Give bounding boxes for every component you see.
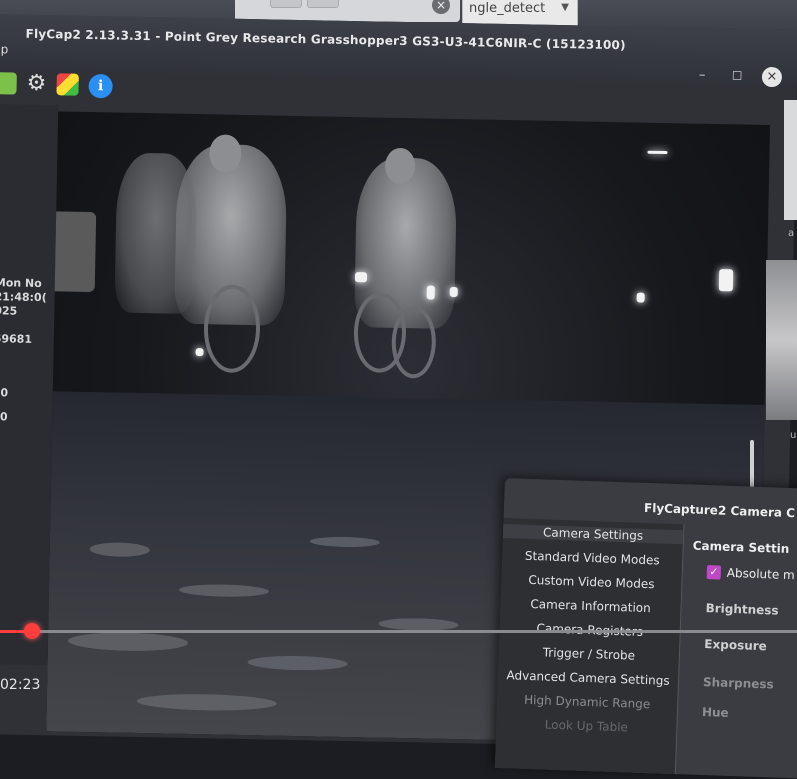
absolute-mode-checkbox[interactable]: ✓ [706,565,722,580]
image-icon[interactable] [0,72,17,95]
video-light [195,348,204,357]
playback-time: 02:23 [0,677,41,693]
property-hue: Hue [701,705,729,720]
video-light [426,285,435,300]
gear-icon[interactable]: ⚙ [26,71,48,96]
color-icon[interactable] [56,73,79,96]
property-sharpness: Sharpness [702,675,774,692]
background-thumbnail [766,260,797,420]
video-light [718,269,734,292]
background-window [784,100,797,220]
video-light [636,292,645,303]
background-button [307,0,339,8]
video-light [354,272,368,283]
nav-item-camera-settings[interactable]: Camera Settings [502,523,684,545]
video-cyclist [114,152,198,315]
nav-item-look-up-table[interactable]: Look Up Table [496,716,676,736]
video-light [449,286,458,298]
window-title: FlyCap2 2.13.3.31 - Point Grey Research … [25,26,626,53]
background-label: a [788,228,795,239]
info-line: 025 [0,304,18,318]
chevron-down-icon: ▼ [561,2,569,13]
background-label: u [790,430,797,441]
info-line: 00 [0,386,9,400]
background-button [270,0,302,8]
property-exposure: Exposure [704,637,768,654]
nav-item-high-dynamic-range[interactable]: High Dynamic Range [497,692,677,712]
info-line: 00 [0,410,8,424]
property-brightness: Brightness [705,601,779,618]
playback-timeline[interactable] [0,623,797,639]
info-line: Mon No [0,276,42,291]
maximize-icon[interactable]: □ [732,68,743,81]
minimize-icon[interactable]: – [699,68,706,83]
settings-nav-list: Camera Settings Standard Video Modes Cus… [494,517,685,775]
settings-panel-header: Camera Settin [692,538,790,556]
playback-scrubber[interactable] [23,623,40,639]
dialog-title: FlyCapture2 Camera C [643,500,796,521]
info-line: 59681 [0,332,33,346]
video-bicycle-wheel [391,305,437,379]
vertical-scrollbar[interactable] [750,440,754,490]
video-light [647,150,668,155]
video-bicycle-wheel [203,284,261,374]
info-icon[interactable]: i [88,73,113,99]
nav-item-camera-information[interactable]: Camera Information [500,596,680,616]
nav-item-custom-video-modes[interactable]: Custom Video Modes [501,572,681,592]
nav-item-standard-video-modes[interactable]: Standard Video Modes [502,548,682,568]
menu-help[interactable]: lp [0,42,8,56]
nav-item-trigger-strobe[interactable]: Trigger / Strobe [499,644,679,664]
absolute-mode-label: Absolute m [726,565,795,583]
close-icon[interactable]: × [761,66,783,88]
detector-combo-value: ngle_detect [469,1,546,16]
nav-item-advanced-camera-settings[interactable]: Advanced Camera Settings [498,668,678,688]
info-line: 21:48:0( [0,290,47,305]
